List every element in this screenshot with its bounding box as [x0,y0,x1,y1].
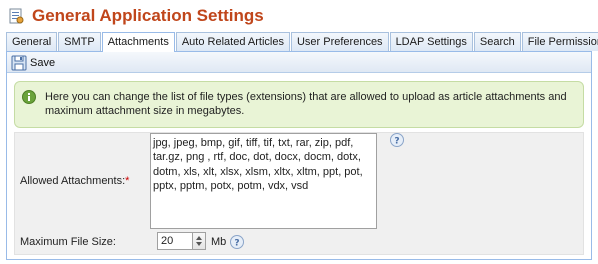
tab-general[interactable]: General [6,32,58,51]
attachments-form: Allowed Attachments:* jpg, jpeg, bmp, gi… [14,132,584,255]
spin-down-icon[interactable] [196,242,202,246]
tab-smtp[interactable]: SMTP [58,32,101,51]
max-file-size-spinner[interactable] [193,232,206,250]
svg-text:?: ? [234,239,239,249]
tab-strip: General SMTP Attachments Auto Related Ar… [6,32,598,52]
allowed-attachments-label: Allowed Attachments:* [20,175,130,187]
help-icon[interactable]: ? [390,133,404,147]
tab-user-preferences[interactable]: User Preferences [290,32,389,51]
max-file-size-label: Maximum File Size: [20,236,116,248]
max-file-size-input[interactable] [157,232,193,250]
tab-file-permissions[interactable]: File Permissions [521,32,598,51]
info-text: Here you can change the list of file typ… [45,91,567,117]
help-icon[interactable]: ? [230,235,244,249]
required-marker: * [125,175,130,187]
spin-up-icon[interactable] [196,236,202,240]
settings-document-icon [8,8,24,24]
page-title: General Application Settings [32,6,264,25]
attachments-panel: Save Here you can change the list of fil… [6,51,592,260]
save-icon [11,55,27,71]
tab-ldap-settings[interactable]: LDAP Settings [389,32,473,51]
tab-attachments[interactable]: Attachments [101,32,175,52]
page-header: General Application Settings [0,0,598,30]
svg-text:?: ? [394,137,399,147]
info-message: Here you can change the list of file typ… [14,81,584,128]
save-label: Save [30,56,56,69]
save-button[interactable]: Save [11,54,55,71]
tab-auto-related-articles[interactable]: Auto Related Articles [175,32,290,51]
info-icon [22,90,36,104]
allowed-attachments-textarea[interactable]: jpg, jpeg, bmp, gif, tiff, tif, txt, rar… [150,133,377,229]
size-unit: Mb [211,236,227,248]
toolbar: Save [7,52,591,73]
tab-search[interactable]: Search [473,32,521,51]
